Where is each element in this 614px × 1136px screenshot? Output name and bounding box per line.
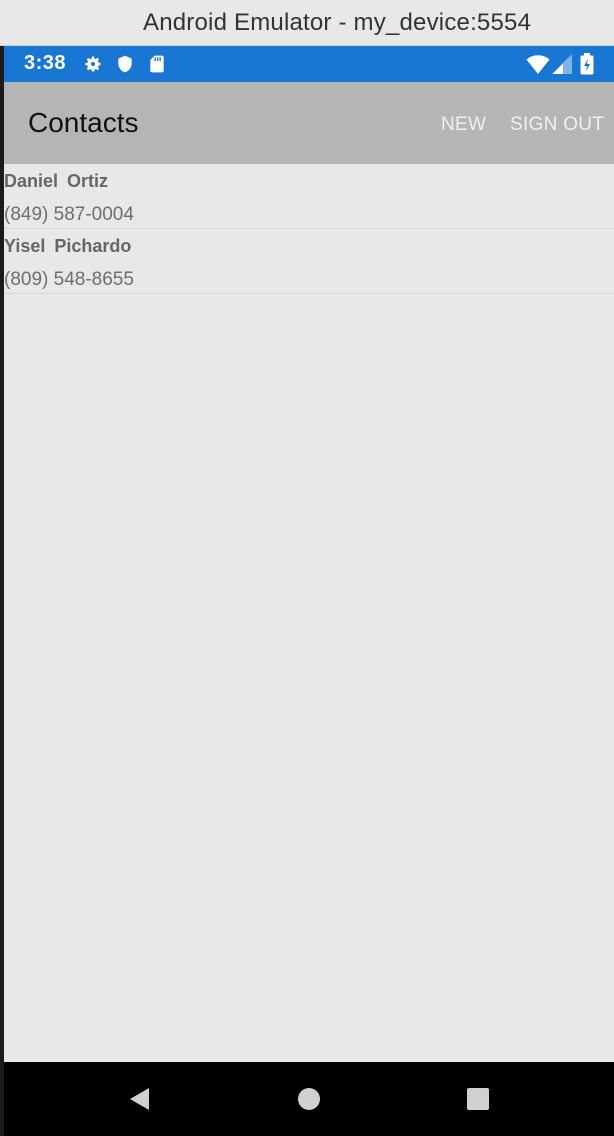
window-title: Android Emulator - my_device:5554 [143, 9, 532, 36]
new-button[interactable]: NEW [441, 114, 486, 136]
emulator-window: Android Emulator - my_device:5554 3:38 C… [0, 0, 614, 1136]
sd-card-icon [150, 55, 164, 73]
shield-icon [118, 55, 132, 73]
contact-phone: (849) 587-0004 [4, 204, 134, 225]
wifi-icon [526, 55, 550, 74]
recents-icon[interactable] [463, 1084, 493, 1114]
contact-list-item[interactable]: Daniel Ortiz (849) 587-0004 [4, 164, 614, 229]
contact-phone: (809) 548-8655 [4, 269, 134, 290]
cell-signal-icon [552, 54, 572, 74]
app-bar: Contacts NEW SIGN OUT [4, 82, 614, 164]
status-bar: 3:38 [4, 46, 614, 82]
home-icon[interactable] [294, 1084, 324, 1114]
status-time: 3:38 [24, 52, 67, 74]
back-icon[interactable] [124, 1084, 154, 1114]
contact-list-item[interactable]: Yisel Pichardo (809) 548-8655 [4, 229, 614, 294]
battery-icon [580, 53, 594, 75]
contact-name: Yisel Pichardo [4, 236, 132, 256]
device-screen: 3:38 Contacts NEW SIGN OUT Daniel Ortiz … [4, 46, 614, 1136]
sign-out-button[interactable]: SIGN OUT [510, 114, 604, 136]
page-title: Contacts [28, 107, 139, 138]
contact-name: Daniel Ortiz [4, 171, 109, 191]
contacts-list: Daniel Ortiz (849) 587-0004 Yisel Pichar… [4, 164, 614, 294]
window-title-bar: Android Emulator - my_device:5554 [0, 0, 614, 46]
navigation-bar [4, 1062, 614, 1136]
gear-icon [85, 56, 101, 72]
